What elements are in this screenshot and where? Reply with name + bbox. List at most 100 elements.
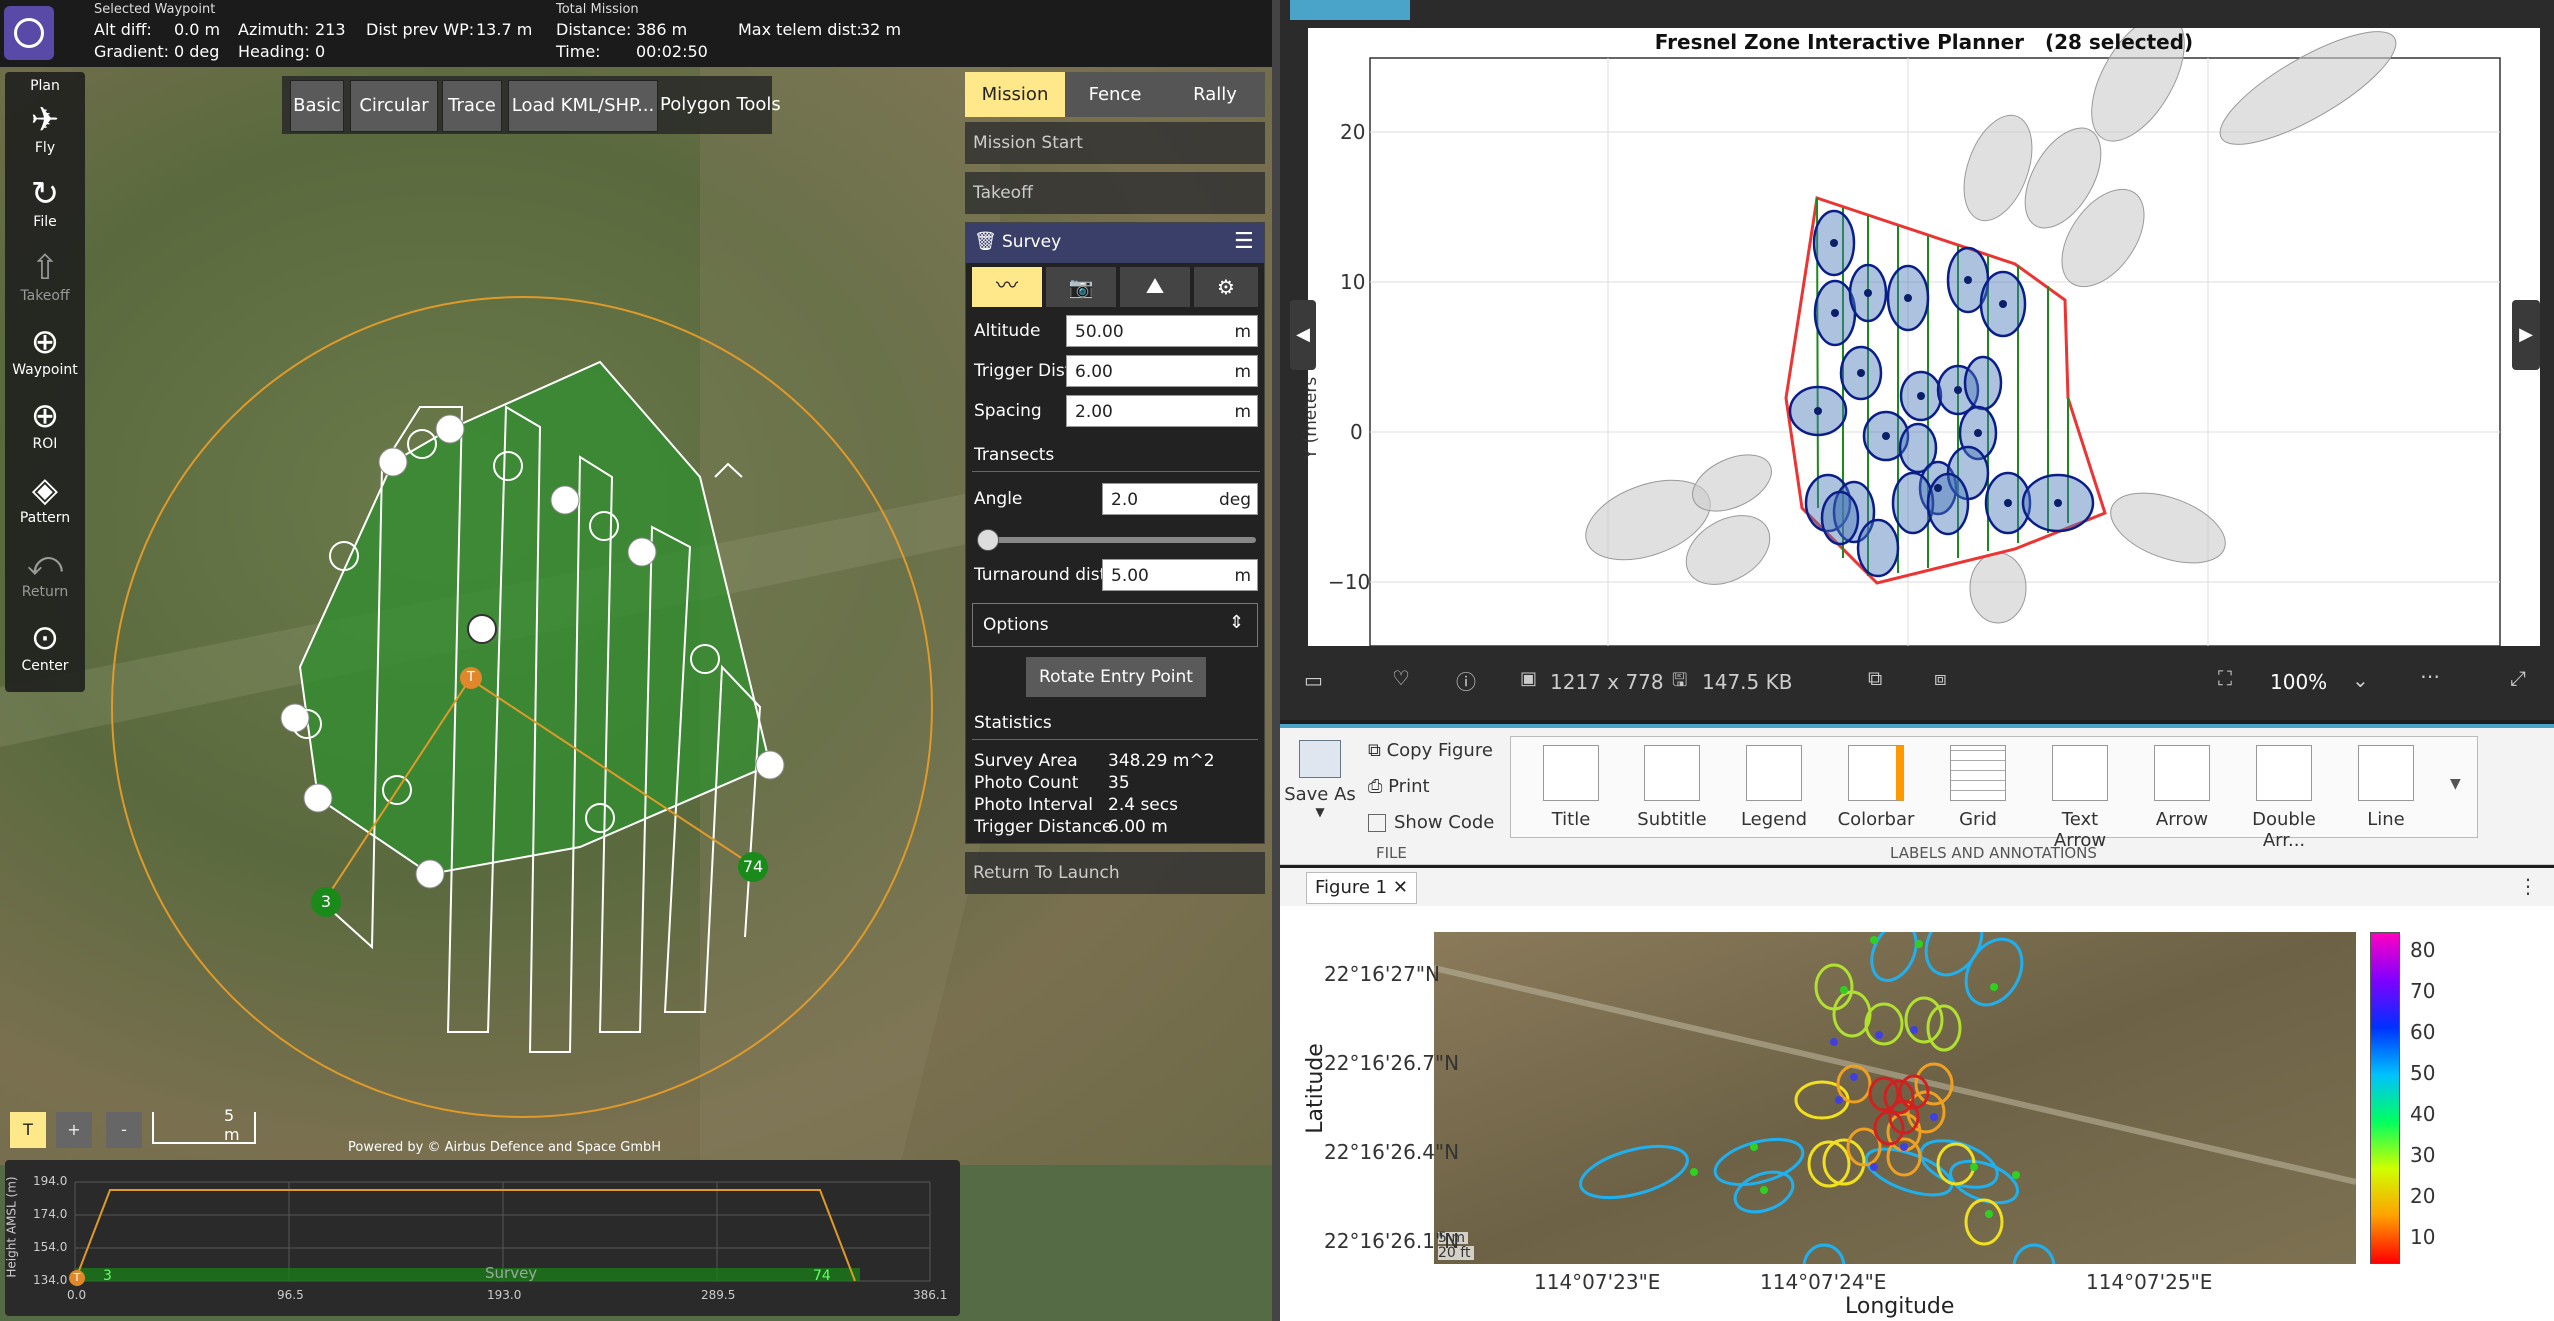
ribbon-grid-button[interactable]: Grid [1933,745,2023,830]
heart-icon[interactable]: ♡ [1392,666,1410,690]
tool-pattern[interactable]: ◈ Pattern [5,470,85,526]
survey-tab-grid[interactable]: 〰 [972,267,1042,307]
ribbon-colorbar-button[interactable]: Colorbar [1831,745,1921,830]
colorbar-icon [1848,745,1904,801]
tool-fly[interactable]: ✈ Fly [5,100,85,156]
print-button[interactable]: ⎙ Print [1368,776,1430,797]
survey-tab-settings[interactable]: ⚙ [1194,267,1258,307]
angle-slider-thumb[interactable] [976,529,999,551]
ribbon-arrow-button[interactable]: Arrow [2137,745,2227,830]
ribbon-line-button[interactable]: Line [2341,745,2431,830]
info-icon[interactable]: ⓘ [1456,666,1476,695]
copy-figure-button[interactable]: ⧉ Copy Figure [1368,740,1493,761]
tab-figure-1[interactable]: Figure 1 ✕ [1306,872,1417,904]
tab-fence[interactable]: Fence [1065,72,1165,117]
tool-file[interactable]: ↻ File [5,174,85,230]
plot-ytick: 0 [1350,420,1363,444]
ribbon-progress [1280,724,2554,728]
survey-tab-terrain[interactable]: ⛰ [1120,267,1190,307]
turnaround-field[interactable]: 5.00 m [1102,559,1258,591]
expand-icon[interactable]: ⤢ [2510,666,2526,690]
waypoint-marker-end[interactable]: 74 [738,852,768,882]
hamburger-menu-icon[interactable]: ☰ [1234,229,1254,254]
azimuth-value: 213 [315,20,346,39]
mountain-icon: ⛰ [1145,274,1165,299]
angle-field[interactable]: 2.0 deg [1102,483,1258,515]
rotate-entry-button[interactable]: Rotate Entry Point [1026,657,1206,697]
waypoint-marker-start[interactable]: 3 [311,887,341,917]
zoom-level[interactable]: 100% [2270,670,2327,694]
zoom-in-button[interactable]: + [56,1112,92,1148]
plot-title: Fresnel Zone Interactive Planner (28 sel… [1308,30,2540,54]
text-extract-icon[interactable]: ⧈ [1934,666,1947,690]
ribbon-legend-button[interactable]: Legend [1729,745,1819,830]
qgc-logo[interactable] [4,6,54,60]
figure-tabbar: Figure 1 ✕ ⋮ [1280,868,2554,907]
total-mission-label: Total Mission [556,2,639,17]
trash-icon[interactable]: 🗑 [974,231,997,252]
mission-item-takeoff[interactable]: Takeoff [965,172,1265,214]
scan-icon[interactable]: ⧉ [1868,666,1882,690]
tool-return[interactable]: ⤺ Return [5,544,85,600]
chevron-down-icon[interactable]: ⌄ [2352,668,2369,692]
fresnel-plot[interactable]: Fresnel Zone Interactive Planner (28 sel… [1301,28,2540,646]
polygon-trace-button[interactable]: Trace [442,80,502,132]
arrow-icon [2154,745,2210,801]
survey-header: 🗑 Survey ☰ [966,223,1264,263]
takeoff-marker[interactable]: T [460,667,482,689]
labels-group-label: LABELS AND ANNOTATIONS [1890,844,2097,862]
title-icon [1543,745,1599,801]
ribbon-arrow-label: Arrow [2155,809,2209,830]
stat-photo-count-value: 35 [1108,773,1130,793]
fit-screen-icon[interactable]: ⛶ [2218,666,2232,690]
ribbon-title-button[interactable]: Title [1526,745,1616,830]
tool-takeoff[interactable]: ⇧ Takeoff [5,248,85,304]
prev-image-button[interactable]: ◀ [1290,300,1316,370]
survey-tab-camera[interactable]: 📷 [1046,267,1116,307]
ribbon-text-arrow-button[interactable]: Text Arrow [2035,745,2125,851]
ribbon-double-arrow-button[interactable]: Double Arr... [2239,745,2329,851]
azimuth-label: Azimuth: [238,20,310,39]
next-image-button[interactable]: ▶ [2512,300,2540,370]
options-dropdown[interactable]: Options ⇕ [972,603,1258,647]
viewer-tab[interactable] [1290,0,1410,20]
satellite-geoplot[interactable]: 5 m 20 ft [1434,932,2356,1264]
altitude-unit: m [1234,322,1251,342]
angle-slider-track[interactable] [978,537,1256,543]
elev-end-marker: 74 [813,1268,831,1284]
colorbar-tick: 80 [2410,938,2436,962]
show-code-checkbox[interactable]: Show Code [1368,812,1494,833]
pane-splitter[interactable] [1272,0,1280,1321]
tool-roi[interactable]: ⊕ ROI [5,396,85,452]
spacing-field[interactable]: 2.00 m [1066,395,1258,427]
filmstrip-icon[interactable]: ▭ [1304,668,1323,692]
plan-toolstrip: Plan ✈ Fly ↻ File ⇧ Takeoff ⊕ Waypoint ⊕ ROI … [5,72,85,692]
close-icon[interactable]: ✕ [1393,877,1408,898]
zoom-out-button[interactable]: - [106,1112,142,1148]
colorbar-tick: 20 [2410,1184,2436,1208]
center-handle[interactable] [467,614,497,644]
elev-xtick: 0.0 [67,1288,87,1302]
polygon-basic-button[interactable]: Basic [290,80,344,132]
more-icon[interactable]: ⋯ [2420,664,2440,688]
trigger-dist-field[interactable]: 6.00 m [1066,355,1258,387]
tab-rally[interactable]: Rally [1165,72,1265,117]
zoom-reset-button[interactable]: T [10,1112,46,1148]
tab-mission[interactable]: Mission [965,72,1065,117]
gallery-expand-icon[interactable]: ▼ [2450,776,2461,792]
save-as-button[interactable]: Save As ▼ [1284,740,1356,819]
gradient-value: 0 deg [174,42,220,61]
tool-center[interactable]: ⊙ Center [5,618,85,674]
mission-item-start[interactable]: Mission Start [965,122,1265,164]
camera-icon: 📷 [1068,275,1094,299]
pattern-icon: ◈ [31,470,59,510]
ribbon-subtitle-button[interactable]: Subtitle [1627,745,1717,830]
polygon-load-kml-button[interactable]: Load KML/SHP... [508,80,658,132]
mission-item-rtl[interactable]: Return To Launch [965,852,1265,894]
kebab-menu-icon[interactable]: ⋮ [2518,874,2538,898]
polygon-circular-button[interactable]: Circular [350,80,438,132]
stat-photo-interval-label: Photo Interval [974,795,1093,815]
colorbar-tick: 40 [2410,1102,2436,1126]
altitude-field[interactable]: 50.00 m [1066,315,1258,347]
tool-waypoint[interactable]: ⊕ Waypoint [5,322,85,378]
